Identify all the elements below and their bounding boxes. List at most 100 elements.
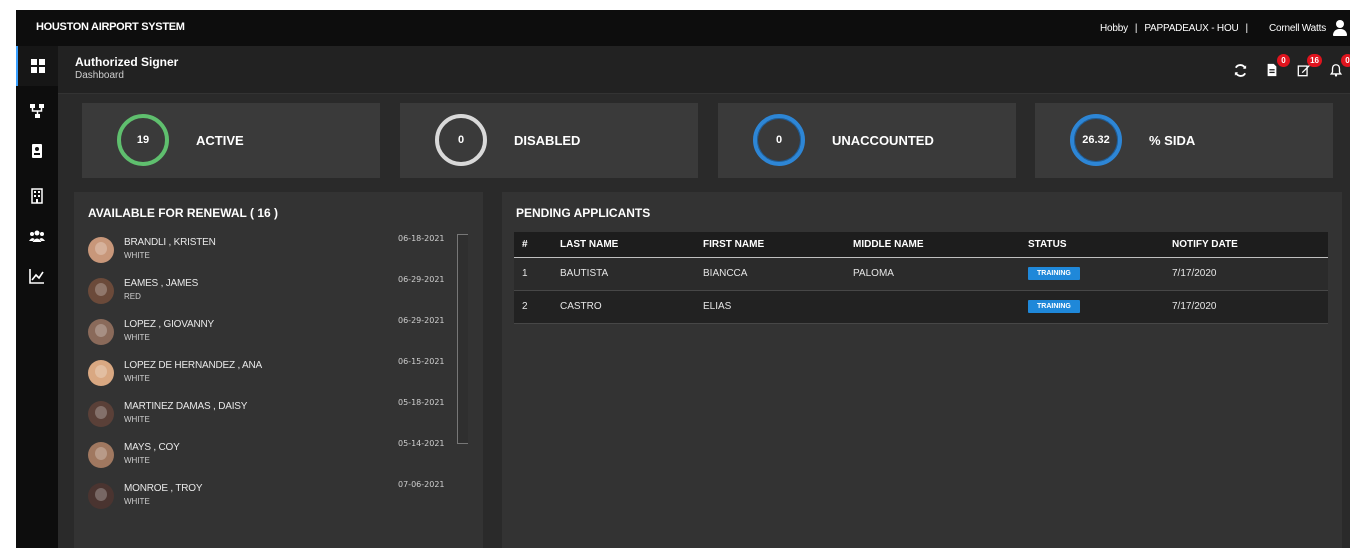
col-header-num[interactable]: # — [514, 232, 552, 258]
avatar — [88, 237, 114, 263]
building-icon — [31, 188, 43, 204]
list-item[interactable]: MAYS , COY WHITE 05-14-2021 — [88, 437, 468, 478]
cell-notify-date: 7/17/2020 — [1164, 290, 1328, 324]
list-item[interactable]: LOPEZ , GIOVANNY WHITE 06-29-2021 — [88, 314, 468, 355]
col-header-notify-date[interactable]: NOTIFY DATE — [1164, 232, 1328, 258]
cell-first-name: ELIAS — [695, 290, 845, 324]
users-icon — [29, 230, 45, 242]
documents-count-badge: 0 — [1277, 54, 1290, 67]
renewal-name: MARTINEZ DAMAS , DAISY — [124, 401, 248, 412]
separator: | — [1134, 22, 1138, 34]
cell-first-name: BIANCCA — [695, 257, 845, 291]
user-name-link[interactable]: Cornell Watts — [1269, 23, 1326, 34]
active-count-ring: 19 — [117, 114, 169, 166]
avatar — [88, 483, 114, 509]
table-row[interactable]: 2 CASTRO ELIAS TRAINING 7/17/2020 — [514, 290, 1328, 324]
renewal-name: LOPEZ DE HERNANDEZ , ANA — [124, 360, 263, 371]
stat-label: UNACCOUNTED — [832, 133, 934, 148]
cell-status: TRAINING — [1020, 257, 1164, 291]
sida-percent-ring: 26.32 — [1070, 114, 1122, 166]
breadcrumb: Dashboard — [75, 70, 124, 81]
notifications-count-badge: 0 — [1341, 54, 1350, 67]
list-item[interactable]: LOPEZ DE HERNANDEZ , ANA WHITE 06-15-202… — [88, 355, 468, 396]
renewal-title: AVAILABLE FOR RENEWAL ( 16 ) — [88, 206, 279, 220]
sidebar-item-reports[interactable] — [16, 256, 58, 296]
renewal-date: 06-29-2021 — [398, 275, 445, 284]
avatar — [88, 319, 114, 345]
stat-card-disabled[interactable]: 0 DISABLED — [400, 103, 698, 178]
stat-card-sida[interactable]: 26.32 % SIDA — [1035, 103, 1333, 178]
list-item[interactable]: MARTINEZ DAMAS , DAISY WHITE 05-18-2021 — [88, 396, 468, 437]
edits-button[interactable]: 16 — [1294, 54, 1322, 80]
renewal-date: 06-29-2021 — [398, 316, 445, 325]
cell-last-name: BAUTISTA — [552, 257, 695, 291]
pending-panel: PENDING APPLICANTS # LAST NAME FIRST NAM… — [502, 192, 1342, 548]
renewal-panel: AVAILABLE FOR RENEWAL ( 16 ) BRANDLI , K… — [74, 192, 483, 548]
refresh-icon — [1234, 63, 1246, 77]
cell-middle-name — [845, 290, 1020, 324]
documents-button[interactable]: 0 — [1262, 54, 1290, 80]
badge-color: WHITE — [124, 497, 150, 506]
bell-icon — [1329, 64, 1343, 77]
status-badge: TRAINING — [1028, 267, 1080, 280]
avatar — [88, 360, 114, 386]
edits-count-badge: 16 — [1307, 54, 1322, 67]
renewal-date: 06-15-2021 — [398, 357, 445, 366]
renewal-list: BRANDLI , KRISTEN WHITE 06-18-2021 EAMES… — [88, 232, 468, 544]
hobby-link[interactable]: Hobby — [1100, 23, 1128, 34]
badge-color: WHITE — [124, 333, 150, 342]
cell-num: 2 — [514, 290, 552, 324]
unaccounted-count-ring: 0 — [753, 114, 805, 166]
brand-title: HOUSTON AIRPORT SYSTEM — [36, 21, 185, 33]
scrollbar-thumb[interactable] — [457, 234, 468, 444]
cell-status: TRAINING — [1020, 290, 1164, 324]
pending-table: # LAST NAME FIRST NAME MIDDLE NAME STATU… — [514, 232, 1328, 324]
page-header: Authorized Signer Dashboard 0 16 0 — [58, 46, 1350, 94]
col-header-first-name[interactable]: FIRST NAME — [695, 232, 845, 258]
table-header-row: # LAST NAME FIRST NAME MIDDLE NAME STATU… — [514, 232, 1328, 258]
cell-num: 1 — [514, 257, 552, 291]
col-header-middle-name[interactable]: MIDDLE NAME — [845, 232, 1020, 258]
renewal-name: BRANDLI , KRISTEN — [124, 237, 216, 248]
renewal-date: 05-14-2021 — [398, 439, 445, 448]
list-item[interactable]: EAMES , JAMES RED 06-29-2021 — [88, 273, 468, 314]
avatar — [88, 401, 114, 427]
badge-color: WHITE — [124, 456, 150, 465]
badge-color: WHITE — [124, 415, 150, 424]
pending-title: PENDING APPLICANTS — [516, 206, 651, 220]
sidebar-item-badges[interactable] — [16, 131, 58, 171]
stat-card-active[interactable]: 19 ACTIVE — [82, 103, 380, 178]
sidebar — [16, 46, 58, 548]
sidebar-item-dashboard[interactable] — [16, 46, 58, 86]
top-right-links: Hobby | PAPPADEAUX - HOU | Cornell Watts — [1100, 10, 1350, 46]
list-item[interactable]: MONROE , TROY WHITE 07-06-2021 — [88, 478, 468, 519]
col-header-status[interactable]: STATUS — [1020, 232, 1164, 258]
avatar — [88, 278, 114, 304]
user-icon[interactable] — [1332, 19, 1348, 37]
list-item[interactable]: BRANDLI , KRISTEN WHITE 06-18-2021 — [88, 232, 468, 273]
cell-middle-name: PALOMA — [845, 257, 1020, 291]
badge-icon — [32, 144, 42, 158]
status-badge: TRAINING — [1028, 300, 1080, 313]
company-link[interactable]: PAPPADEAUX - HOU — [1144, 23, 1238, 34]
badge-color: WHITE — [124, 374, 150, 383]
stat-card-unaccounted[interactable]: 0 UNACCOUNTED — [718, 103, 1016, 178]
cell-last-name: CASTRO — [552, 290, 695, 324]
stat-label: DISABLED — [514, 133, 581, 148]
sidebar-item-companies[interactable] — [16, 176, 58, 216]
notifications-button[interactable]: 0 — [1326, 54, 1350, 80]
renewal-scrollbar[interactable] — [457, 234, 468, 544]
renewal-date: 07-06-2021 — [398, 480, 445, 489]
table-row[interactable]: 1 BAUTISTA BIANCCA PALOMA TRAINING 7/17/… — [514, 257, 1328, 291]
avatar — [88, 442, 114, 468]
separator: | — [1245, 22, 1249, 34]
badge-color: RED — [124, 292, 141, 301]
chart-line-icon — [29, 269, 44, 284]
sidebar-item-org[interactable] — [16, 91, 58, 131]
refresh-button[interactable] — [1230, 60, 1250, 80]
col-header-last-name[interactable]: LAST NAME — [552, 232, 695, 258]
sidebar-item-users[interactable] — [16, 216, 58, 256]
top-bar: HOUSTON AIRPORT SYSTEM Hobby | PAPPADEAU… — [16, 10, 1350, 46]
stat-label: ACTIVE — [196, 133, 244, 148]
org-chart-icon — [30, 104, 44, 118]
